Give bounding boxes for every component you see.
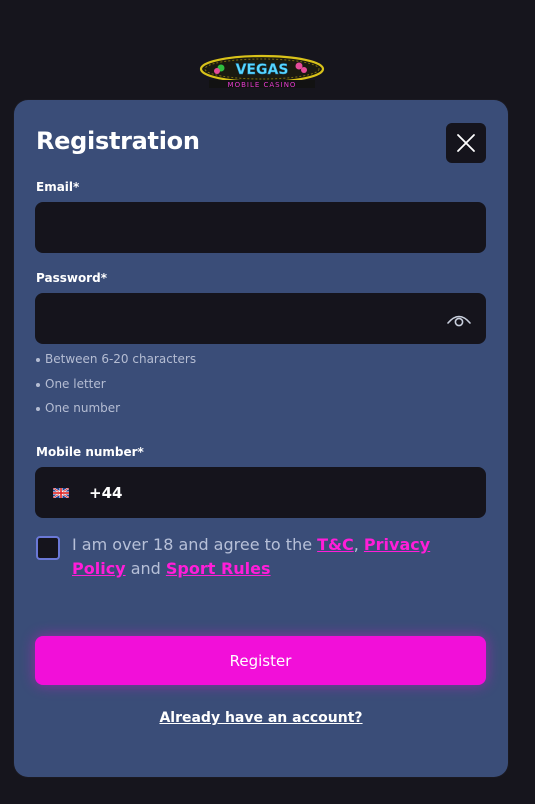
- password-hint: One letter: [36, 377, 196, 402]
- bullet-icon: [36, 382, 40, 387]
- age-consent-checkbox[interactable]: [36, 536, 60, 560]
- password-requirements: Between 6-20 characters One letter One n…: [36, 352, 196, 426]
- uk-flag-icon: [53, 487, 69, 498]
- tc-link[interactable]: T&C: [317, 535, 354, 554]
- mobile-label: Mobile number*: [36, 445, 144, 459]
- country-code-selector[interactable]: +44: [35, 467, 122, 518]
- password-label: Password*: [36, 271, 107, 285]
- password-field-box: [35, 293, 486, 344]
- close-button[interactable]: [446, 123, 486, 163]
- country-code: +44: [89, 483, 123, 502]
- consent-text: I am over 18 and agree to the T&C, Priva…: [72, 535, 431, 578]
- email-field-box: [35, 202, 486, 253]
- bullet-icon: [36, 358, 40, 362]
- close-icon: [457, 134, 475, 152]
- vegas-logo-icon: VEGAS MOBILE CASINO: [199, 54, 325, 89]
- eye-icon[interactable]: [446, 308, 472, 330]
- bullet-icon: [36, 407, 40, 411]
- register-button[interactable]: Register: [35, 636, 486, 685]
- login-link[interactable]: Already have an account?: [14, 710, 508, 726]
- registration-modal: Registration Email* Password* Between 6-…: [14, 100, 508, 777]
- mobile-field-box: +44: [35, 467, 486, 518]
- password-field[interactable]: [35, 293, 486, 344]
- password-hint: Between 6-20 characters: [36, 352, 196, 377]
- logo-subtext: MOBILE CASINO: [228, 81, 297, 89]
- email-label: Email*: [36, 180, 80, 194]
- sport-rules-link[interactable]: Sport Rules: [166, 559, 271, 578]
- modal-title: Registration: [36, 127, 200, 155]
- logo-wordmark: VEGAS: [236, 62, 289, 78]
- password-hint: One number: [36, 401, 196, 426]
- vegas-logo: VEGAS MOBILE CASINO: [199, 54, 325, 90]
- mobile-number-field[interactable]: [122, 467, 486, 518]
- email-field[interactable]: [35, 202, 486, 253]
